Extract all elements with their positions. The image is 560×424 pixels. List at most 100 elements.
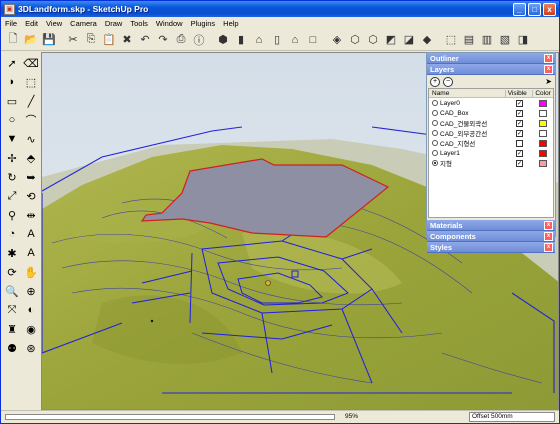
layer-row[interactable]: CAD_Box ✓ [429,108,553,118]
maximize-button[interactable]: □ [528,2,541,16]
layer-row[interactable]: 지형 ✓ [429,158,553,168]
menu-window[interactable]: Window [156,19,183,28]
line-icon[interactable]: ╱ [22,92,40,110]
layer-color-swatch[interactable] [539,149,548,157]
zoom-window-icon[interactable]: ⊕ [22,282,40,300]
wireframe-icon[interactable]: ⬡ [347,32,363,48]
menu-tools[interactable]: Tools [130,19,148,28]
right-view-icon[interactable]: ▯ [269,32,285,48]
layer-name[interactable]: Layer1 [440,150,460,157]
styles-panel-header[interactable]: Styles x [427,242,555,253]
scene-slider[interactable] [5,414,335,420]
redo-icon[interactable]: ↷ [155,32,171,48]
layer-color-swatch[interactable] [539,159,548,167]
active-layer-radio[interactable] [432,150,438,156]
paint-icon[interactable]: ◗ [3,73,21,91]
walk-icon[interactable]: ⚉ [3,339,21,357]
layer-name[interactable]: CAD_외부공간선 [440,128,487,138]
close-button[interactable]: x [543,2,556,16]
active-layer-radio[interactable] [432,110,438,116]
copy-icon[interactable]: ⎘ [83,32,99,48]
value-control-box[interactable]: Offset 500mm [469,412,555,422]
front-view-icon[interactable]: ⌂ [251,32,267,48]
layer-row[interactable]: Layer1 ✓ [429,148,553,158]
position-camera-icon[interactable]: ♜ [3,320,21,338]
xray-icon[interactable]: ◈ [329,32,345,48]
look-around-icon[interactable]: ◉ [22,320,40,338]
layer-color-swatch[interactable] [539,139,548,147]
layer-color-swatch[interactable] [539,99,548,107]
layer-name[interactable]: Layer0 [440,100,460,107]
layer-visible-checkbox[interactable]: ✓ [516,109,524,117]
zoom-icon[interactable]: 🔍 [3,282,21,300]
share-icon[interactable]: ▧ [497,32,513,48]
previous-view-icon[interactable]: ◐ [22,301,40,319]
menu-draw[interactable]: Draw [105,19,123,28]
left-view-icon[interactable]: □ [305,32,321,48]
orbit-icon[interactable]: ⟳ [3,263,21,281]
components-icon[interactable]: ⬚ [443,32,459,48]
zoom-extents-icon[interactable]: ⤧ [3,301,21,319]
close-layers-icon[interactable]: x [544,64,553,74]
components-panel-header[interactable]: Components x [427,231,555,242]
layer-row[interactable]: CAD_외부공간선 ✓ [429,128,553,138]
close-components-icon[interactable]: x [544,231,553,241]
monochrome-icon[interactable]: ◆ [419,32,435,48]
offset-icon[interactable]: ⟲ [22,187,40,205]
layer-visible-checkbox[interactable]: ✓ [516,99,524,107]
menu-plugins[interactable]: Plugins [191,19,216,28]
add-layer-button[interactable]: + [430,76,440,87]
menu-camera[interactable]: Camera [70,19,97,28]
name-column-header[interactable]: Name [429,89,506,97]
text-icon[interactable]: A [22,225,40,243]
close-materials-icon[interactable]: x [544,220,553,230]
axes-icon[interactable]: ✱ [3,244,21,262]
layer-name[interactable]: CAD_Box [440,110,469,117]
scale-icon[interactable]: ⤢ [3,187,21,205]
rotate-icon[interactable]: ↻ [3,168,21,186]
cut-icon[interactable]: ✂ [65,32,81,48]
active-layer-radio[interactable] [432,130,438,136]
materials-icon[interactable]: ▤ [461,32,477,48]
close-outliner-icon[interactable]: x [544,53,553,63]
model-info-icon[interactable]: ⓘ [191,32,207,48]
push-pull-icon[interactable]: ⬘ [22,149,40,167]
active-layer-radio[interactable] [432,140,438,146]
protractor-icon[interactable]: ◔ [3,225,21,243]
visible-column-header[interactable]: Visible [506,89,534,97]
materials-panel-header[interactable]: Materials x [427,220,555,231]
pan-icon[interactable]: ✋ [22,263,40,281]
make-component-icon[interactable]: ⬚ [22,73,40,91]
open-icon[interactable]: 📂 [23,32,39,48]
delete-layer-button[interactable]: − [443,76,453,87]
hidden-line-icon[interactable]: ⬡ [365,32,381,48]
undo-icon[interactable]: ↶ [137,32,153,48]
layer-color-swatch[interactable] [539,109,548,117]
menu-file[interactable]: File [5,19,17,28]
move-icon[interactable]: ✢ [3,149,21,167]
arc-icon[interactable]: ⌒ [22,111,40,129]
layer-color-swatch[interactable] [539,119,548,127]
top-view-icon[interactable]: ▮ [233,32,249,48]
tape-icon[interactable]: ⚲ [3,206,21,224]
freehand-icon[interactable]: ∿ [22,130,40,148]
layer-visible-checkbox[interactable]: ✓ [516,129,524,137]
section-icon[interactable]: ⊛ [22,339,40,357]
layer-visible-checkbox[interactable] [516,139,524,147]
3d-text-icon[interactable]: A [22,244,40,262]
save-icon[interactable]: 💾 [41,32,57,48]
layer-name[interactable]: 지형 [440,158,452,168]
print-icon[interactable]: ⎙ [173,32,189,48]
layers-panel-header[interactable]: Layers x [427,64,555,75]
layer-row[interactable]: Layer0 ✓ [429,98,553,108]
circle-icon[interactable]: ○ [3,111,21,129]
eraser-icon[interactable]: ⌫ [22,54,40,72]
iso-view-icon[interactable]: ⬢ [215,32,231,48]
layer-visible-checkbox[interactable]: ✓ [516,159,524,167]
shaded-texture-icon[interactable]: ◪ [401,32,417,48]
layer-name[interactable]: CAD_건물외곽선 [440,118,487,128]
layer-name[interactable]: CAD_지형선 [440,138,475,148]
minimize-button[interactable]: _ [513,2,526,16]
warehouse-icon[interactable]: ▥ [479,32,495,48]
menu-view[interactable]: View [46,19,62,28]
